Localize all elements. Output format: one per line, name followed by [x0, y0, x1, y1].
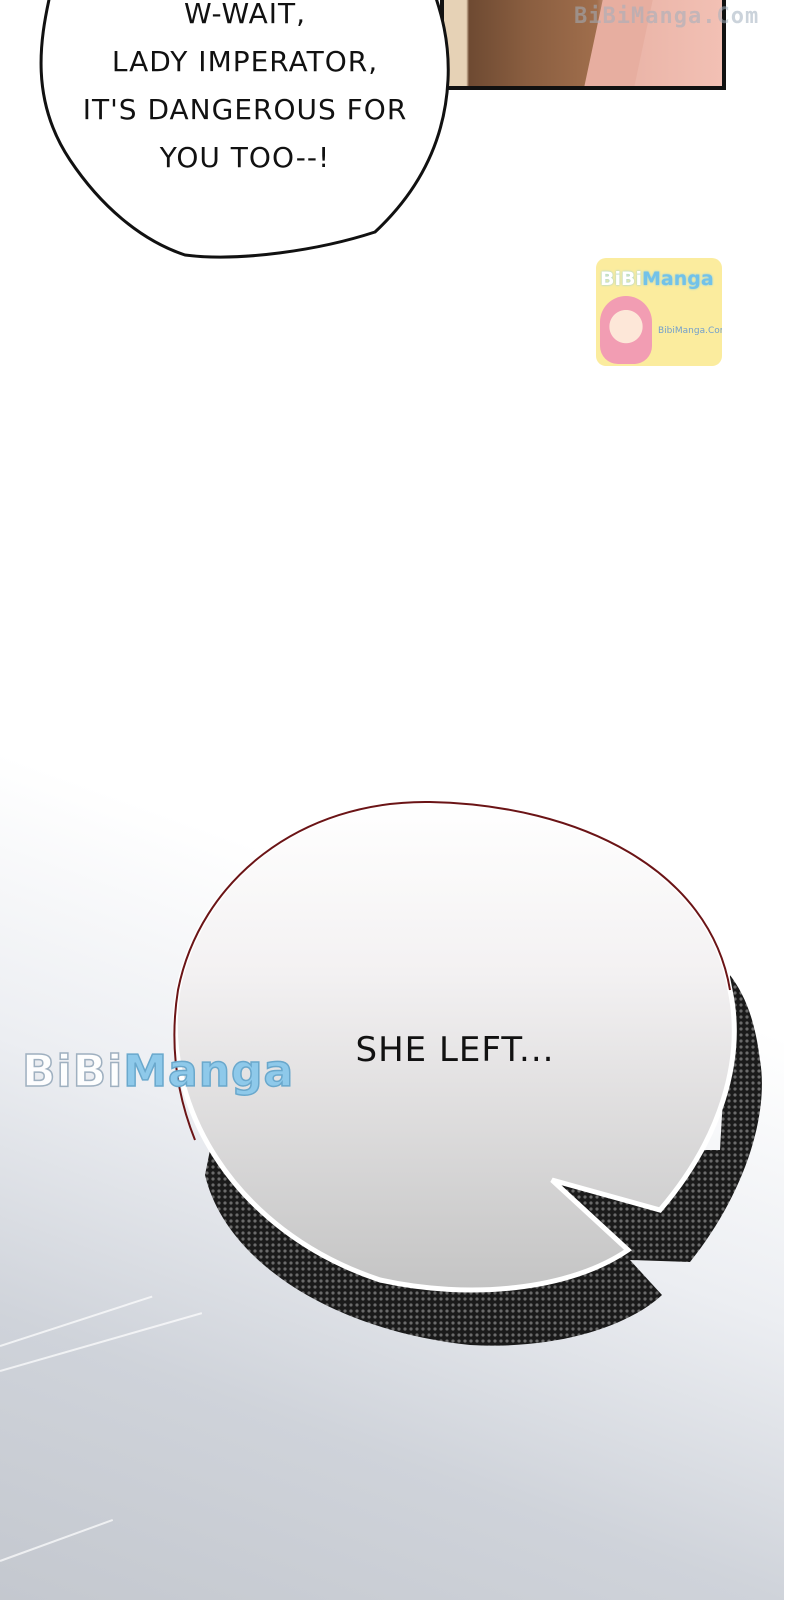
watermark-middle: BiBiManga [21, 1045, 295, 1098]
speech-line-1: W-WAIT, [183, 0, 307, 30]
watermark-middle-a: BiBi [21, 1045, 124, 1098]
logo-brand-a: BiBi [600, 268, 642, 290]
watermark-top: BiBiManga.Com [574, 4, 760, 29]
logo-brand-b: Manga [642, 268, 714, 290]
site-logo-card: BiBiManga BibiManga.Com [596, 258, 722, 366]
bubble-layer [39, 0, 762, 1346]
mascot-icon [600, 296, 652, 364]
logo-url: BibiManga.Com [658, 326, 722, 336]
speech-line-3: IT'S DANGEROUS FOR [82, 93, 408, 126]
thought-text: SHE LEFT... [355, 1030, 555, 1070]
speech-line-2: LADY IMPERATOR, [111, 45, 379, 78]
speech-line-4: YOU TOO--! [159, 141, 331, 174]
logo-brand: BiBiManga [600, 268, 714, 290]
watermark-middle-b: Manga [123, 1045, 295, 1098]
